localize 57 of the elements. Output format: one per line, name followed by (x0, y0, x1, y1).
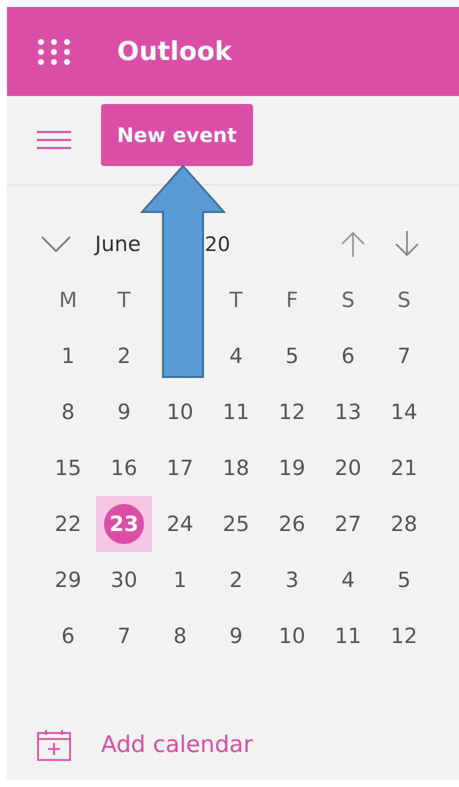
day[interactable]: 12 (264, 384, 320, 440)
day[interactable]: 4 (320, 552, 376, 608)
day[interactable]: 6 (320, 328, 376, 384)
weekday-label: S (397, 288, 411, 312)
day[interactable]: 21 (376, 440, 432, 496)
day[interactable]: 8 (152, 608, 208, 664)
day[interactable]: 7 (96, 608, 152, 664)
day[interactable]: 27 (320, 496, 376, 552)
day[interactable]: 10 (264, 608, 320, 664)
day[interactable]: 24 (152, 496, 208, 552)
down-arrow-icon[interactable] (395, 231, 419, 257)
day[interactable]: 26 (264, 496, 320, 552)
day[interactable]: 18 (208, 440, 264, 496)
day[interactable]: 11 (320, 608, 376, 664)
weekday-label: T (118, 288, 130, 312)
day[interactable]: 25 (208, 496, 264, 552)
day[interactable]: 2 (208, 552, 264, 608)
day[interactable]: 1 (152, 552, 208, 608)
day[interactable]: 28 (376, 496, 432, 552)
day[interactable]: 19 (264, 440, 320, 496)
day[interactable]: 3 (264, 552, 320, 608)
selected-day[interactable]: 23 (96, 496, 152, 552)
app-title: Outlook (117, 36, 232, 66)
month-title[interactable]: June (95, 232, 141, 256)
day[interactable]: 5 (376, 552, 432, 608)
day[interactable]: 4 (208, 328, 264, 384)
menu-icon[interactable] (37, 130, 71, 150)
weekday-label: M (58, 288, 78, 312)
day[interactable]: 17 (152, 440, 208, 496)
day[interactable]: 10 (152, 384, 208, 440)
chevron-down-icon[interactable] (41, 236, 71, 252)
weekday-label: F (286, 288, 298, 312)
day[interactable]: 22 (40, 496, 96, 552)
day[interactable]: 2 (96, 328, 152, 384)
year-title[interactable]: 20 (204, 232, 230, 256)
day[interactable]: 30 (96, 552, 152, 608)
up-arrow-icon[interactable] (341, 231, 365, 257)
weekday-label: S (341, 288, 355, 312)
day[interactable]: 29 (40, 552, 96, 608)
new-event-button[interactable]: New event (101, 104, 253, 166)
day[interactable]: 6 (40, 608, 96, 664)
app-launcher-icon[interactable] (37, 38, 71, 66)
day[interactable]: 9 (208, 608, 264, 664)
day[interactable]: 16 (96, 440, 152, 496)
day[interactable]: 9 (96, 384, 152, 440)
day[interactable]: 13 (320, 384, 376, 440)
day[interactable]: 5 (264, 328, 320, 384)
day[interactable]: 8 (40, 384, 96, 440)
weekday-label: T (230, 288, 242, 312)
calendar-add-icon[interactable] (37, 729, 71, 761)
day[interactable]: 20 (320, 440, 376, 496)
day[interactable]: 12 (376, 608, 432, 664)
day[interactable]: 15 (40, 440, 96, 496)
day[interactable]: 11 (208, 384, 264, 440)
day[interactable]: 1 (40, 328, 96, 384)
day[interactable]: 7 (376, 328, 432, 384)
day[interactable]: 14 (376, 384, 432, 440)
